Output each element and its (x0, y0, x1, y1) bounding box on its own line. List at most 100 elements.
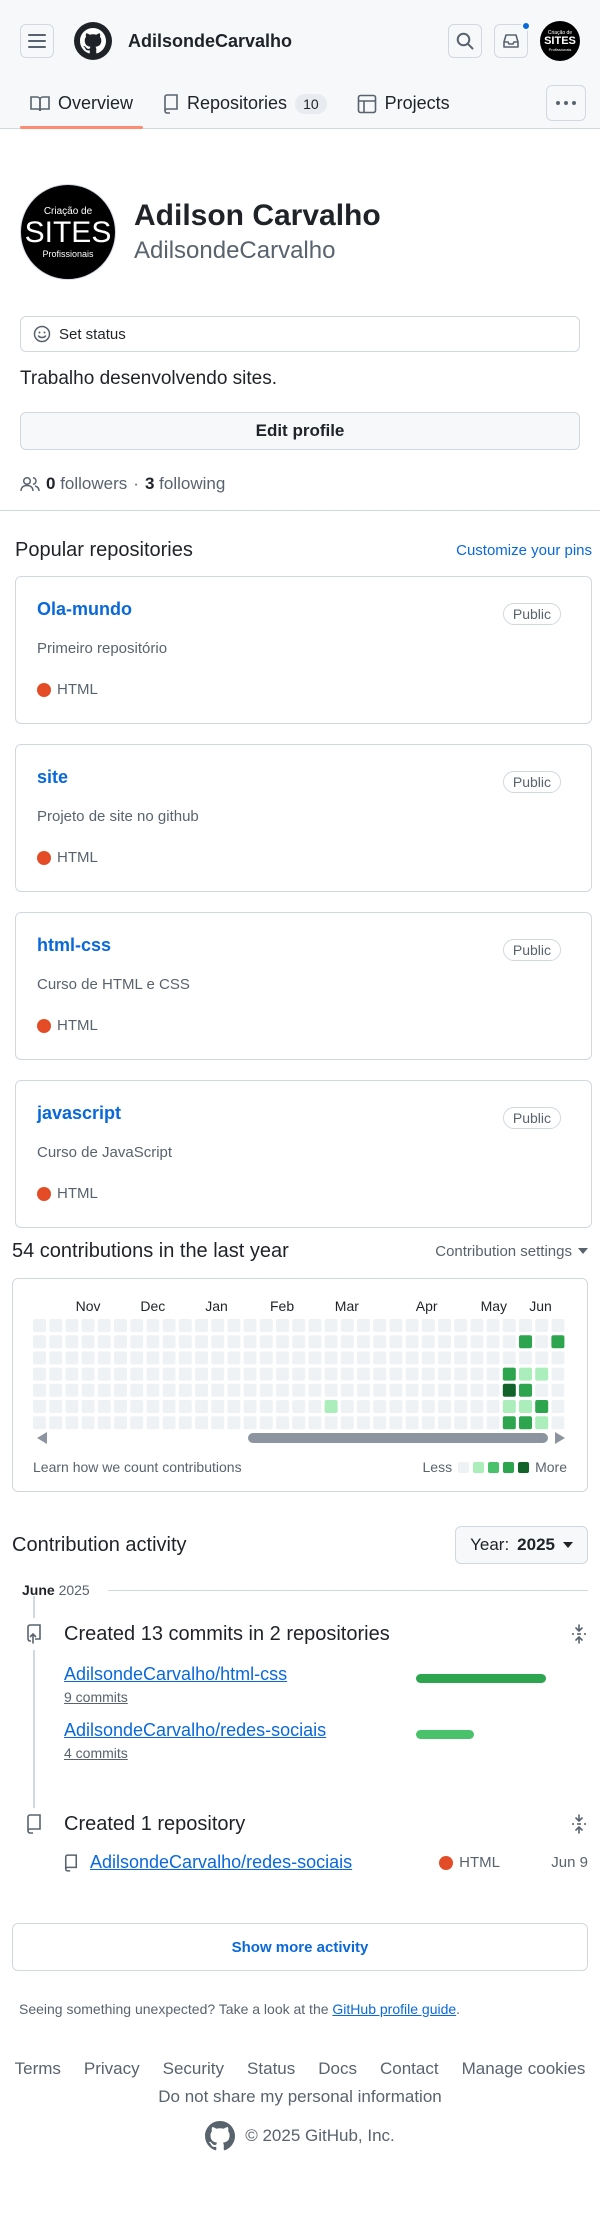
contribution-day[interactable] (373, 1383, 387, 1397)
contribution-day[interactable] (227, 1335, 241, 1349)
contribution-day[interactable] (114, 1335, 127, 1349)
contribution-day[interactable] (195, 1351, 208, 1365)
contribution-day[interactable] (405, 1416, 419, 1430)
contribution-day[interactable] (292, 1335, 306, 1349)
contribution-day[interactable] (49, 1367, 63, 1381)
contribution-day[interactable] (146, 1367, 160, 1381)
contribution-day[interactable] (551, 1319, 565, 1332)
contribution-day[interactable] (162, 1351, 176, 1365)
tab-overview[interactable]: Overview (20, 79, 144, 129)
contribution-day[interactable] (292, 1367, 306, 1381)
tab-repositories[interactable]: Repositories 10 (153, 79, 337, 128)
contribution-day[interactable] (211, 1416, 225, 1430)
contribution-day[interactable] (502, 1335, 516, 1349)
contribution-settings-button[interactable]: Contribution settings (435, 1243, 588, 1260)
contribution-day[interactable] (470, 1416, 484, 1430)
show-more-activity-button[interactable]: Show more activity (12, 1923, 588, 1971)
menu-button[interactable] (20, 24, 54, 58)
contribution-day[interactable] (551, 1335, 565, 1349)
footer-link[interactable]: Privacy (84, 2059, 140, 2079)
contribution-day[interactable] (130, 1367, 144, 1381)
contribution-day[interactable] (405, 1367, 419, 1381)
contribution-day[interactable] (130, 1335, 144, 1349)
footer-link[interactable]: Terms (15, 2059, 61, 2079)
contribution-day[interactable] (178, 1367, 192, 1381)
contribution-day[interactable] (65, 1335, 79, 1349)
contribution-day[interactable] (308, 1400, 322, 1413)
profile-avatar[interactable]: Criação de SITES Profissionais (20, 184, 116, 280)
contribution-day[interactable] (227, 1383, 241, 1397)
contribution-day[interactable] (421, 1416, 435, 1430)
contribution-day[interactable] (519, 1367, 532, 1381)
contribution-day[interactable] (470, 1400, 484, 1413)
contribution-day[interactable] (340, 1335, 354, 1349)
contribution-day[interactable] (162, 1383, 176, 1397)
contribution-day[interactable] (259, 1319, 273, 1332)
contribution-day[interactable] (81, 1400, 95, 1413)
contribution-day[interactable] (551, 1367, 565, 1381)
created-repo-link[interactable]: AdilsondeCarvalho/redes-sociais (90, 1852, 352, 1873)
contribution-day[interactable] (33, 1351, 46, 1365)
contribution-day[interactable] (438, 1351, 451, 1365)
contribution-day[interactable] (373, 1400, 387, 1413)
contribution-day[interactable] (324, 1400, 338, 1413)
contribution-day[interactable] (486, 1367, 500, 1381)
contribution-day[interactable] (276, 1383, 289, 1397)
search-button[interactable] (448, 24, 482, 58)
contribution-day[interactable] (421, 1367, 435, 1381)
contribution-day[interactable] (97, 1367, 111, 1381)
contribution-day[interactable] (243, 1319, 257, 1332)
contribution-day[interactable] (259, 1400, 273, 1413)
contribution-day[interactable] (389, 1416, 403, 1430)
contribution-day[interactable] (308, 1367, 322, 1381)
contribution-day[interactable] (97, 1416, 111, 1430)
contribution-day[interactable] (65, 1400, 79, 1413)
contribution-day[interactable] (324, 1367, 338, 1381)
contribution-day[interactable] (308, 1319, 322, 1332)
contribution-day[interactable] (33, 1400, 46, 1413)
footer-link[interactable]: Manage cookies (462, 2059, 586, 2079)
contribution-day[interactable] (421, 1335, 435, 1349)
contribution-day[interactable] (162, 1319, 176, 1332)
contribution-day[interactable] (292, 1383, 306, 1397)
contribution-day[interactable] (438, 1416, 451, 1430)
contribution-day[interactable] (49, 1383, 63, 1397)
contribution-day[interactable] (227, 1351, 241, 1365)
contribution-day[interactable] (357, 1351, 370, 1365)
contribution-day[interactable] (438, 1383, 451, 1397)
contribution-day[interactable] (195, 1400, 208, 1413)
contribution-day[interactable] (227, 1319, 241, 1332)
contribution-day[interactable] (243, 1416, 257, 1430)
contribution-day[interactable] (97, 1351, 111, 1365)
contribution-day[interactable] (146, 1335, 160, 1349)
contribution-day[interactable] (114, 1400, 127, 1413)
contribution-day[interactable] (49, 1351, 63, 1365)
user-avatar-button[interactable]: Criação de SITES Profissionais (540, 21, 580, 61)
contribution-day[interactable] (33, 1319, 46, 1332)
inbox-button[interactable] (494, 21, 531, 58)
contribution-day[interactable] (438, 1367, 451, 1381)
followers-link[interactable]: 0 followers (46, 474, 127, 494)
contribution-day[interactable] (195, 1335, 208, 1349)
contribution-day[interactable] (81, 1319, 95, 1332)
contribution-day[interactable] (227, 1400, 241, 1413)
contribution-day[interactable] (519, 1383, 532, 1397)
contribution-day[interactable] (357, 1367, 370, 1381)
footer-link[interactable]: Docs (318, 2059, 357, 2079)
contribution-day[interactable] (146, 1400, 160, 1413)
contribution-day[interactable] (454, 1351, 468, 1365)
contribution-day[interactable] (33, 1367, 46, 1381)
contribution-day[interactable] (195, 1383, 208, 1397)
contribution-day[interactable] (324, 1335, 338, 1349)
contribution-day[interactable] (162, 1400, 176, 1413)
contribution-day[interactable] (519, 1351, 532, 1365)
contribution-day[interactable] (97, 1400, 111, 1413)
contribution-day[interactable] (195, 1416, 208, 1430)
following-link[interactable]: 3 following (145, 474, 225, 494)
contribution-day[interactable] (65, 1383, 79, 1397)
contribution-day[interactable] (114, 1416, 127, 1430)
contribution-day[interactable] (178, 1400, 192, 1413)
contribution-day[interactable] (340, 1351, 354, 1365)
contribution-day[interactable] (243, 1351, 257, 1365)
calendar-scrollbar-thumb[interactable] (248, 1433, 548, 1443)
